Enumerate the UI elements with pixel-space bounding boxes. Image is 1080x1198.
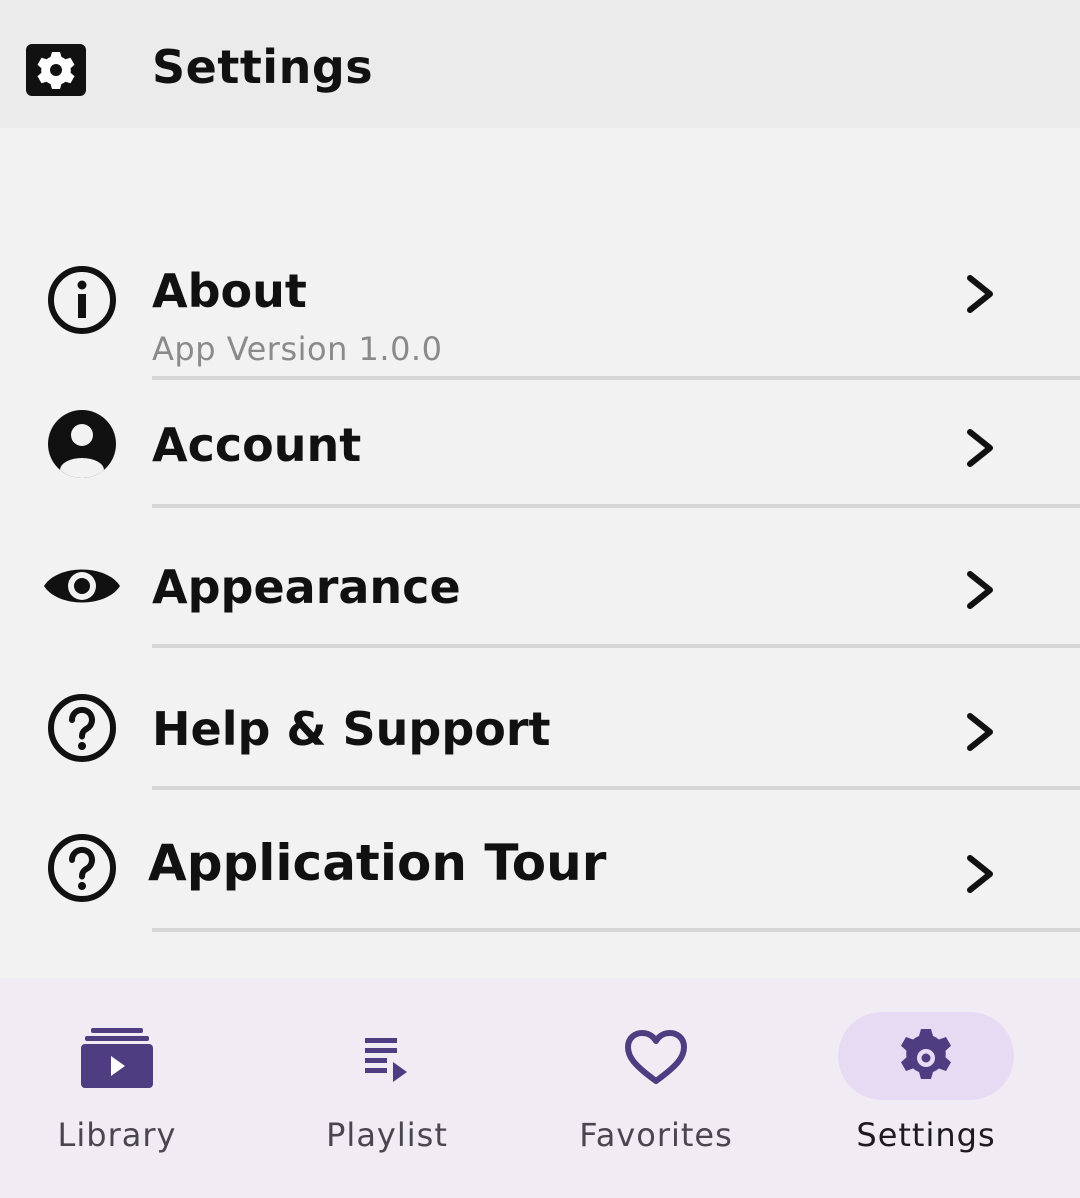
settings-item-about[interactable]: About App Version 1.0.0 [0,240,1080,380]
settings-item-label: Application Tour [148,834,607,892]
divider [152,644,1080,648]
settings-screen: Settings About App Version 1.0.0 Account… [0,0,1080,1198]
help-circle-icon [44,690,120,766]
nav-label: Playlist [326,1116,448,1154]
settings-item-help-support[interactable]: Help & Support [0,650,1080,792]
heart-icon [616,1026,696,1090]
bottom-navigation: Library Playlist Favorites Settings [0,978,1080,1198]
divider [152,786,1080,790]
page-title: Settings [152,40,374,94]
playlist-icon [347,1026,427,1090]
nav-label: Favorites [579,1116,733,1154]
info-icon [44,262,120,338]
nav-item-favorites[interactable]: Favorites [521,978,791,1198]
nav-item-playlist[interactable]: Playlist [252,978,522,1198]
app-version-text: App Version 1.0.0 [152,330,443,368]
settings-item-account[interactable]: Account [0,380,1080,508]
app-bar: Settings [0,0,1080,128]
settings-item-label: Help & Support [152,702,551,756]
chevron-right-icon [960,426,1000,470]
nav-item-settings[interactable]: Settings [791,978,1061,1198]
settings-item-label: Account [152,418,362,472]
settings-icon [24,42,88,98]
chevron-right-icon [960,272,1000,316]
settings-item-appearance[interactable]: Appearance [0,508,1080,650]
nav-label: Library [57,1116,177,1154]
chevron-right-icon [960,710,1000,754]
eye-icon [40,548,124,624]
settings-item-label: Appearance [152,560,461,614]
divider [152,928,1080,932]
help-circle-icon [44,830,120,906]
chevron-right-icon [960,852,1000,896]
nav-label: Settings [856,1116,996,1154]
gear-icon [886,1026,966,1090]
settings-item-label: About [152,264,307,318]
nav-item-library[interactable]: Library [0,978,252,1198]
settings-item-application-tour[interactable]: Application Tour [0,792,1080,934]
chevron-right-icon [960,568,1000,612]
library-icon [77,1026,157,1090]
account-circle-icon [44,406,120,482]
